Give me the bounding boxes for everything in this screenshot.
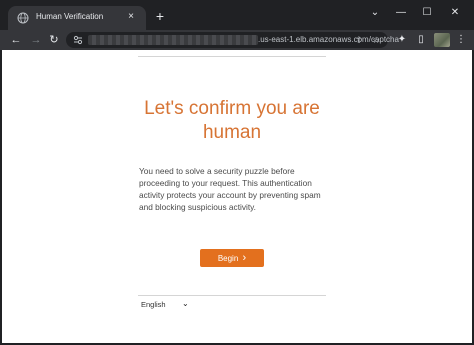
redacted-url-segment	[88, 35, 258, 45]
tab-human-verification[interactable]: Human Verification ×	[8, 6, 146, 30]
browser-window: Human Verification × + ⌄ — ☐ ✕ ← → ↻ .us…	[0, 0, 474, 345]
verification-description: You need to solve a security puzzle befo…	[139, 166, 321, 212]
reload-button[interactable]: ↻	[46, 32, 62, 48]
window-close-button[interactable]: ✕	[441, 4, 469, 22]
chevron-down-icon: ⌄	[182, 299, 189, 308]
top-divider	[138, 56, 326, 57]
close-icon[interactable]: ×	[124, 10, 138, 24]
minimize-button[interactable]: —	[387, 4, 415, 22]
tab-search-chevron-icon[interactable]: ⌄	[361, 4, 389, 22]
share-icon[interactable]: ⇪	[352, 33, 366, 47]
tab-strip: Human Verification × + ⌄ — ☐ ✕	[0, 0, 474, 30]
forward-button[interactable]: →	[28, 32, 44, 48]
browser-toolbar: ← → ↻ .us-east-1.elb.amazonaws.com/captc…	[0, 30, 474, 50]
bottom-divider	[138, 295, 326, 296]
address-bar[interactable]: .us-east-1.elb.amazonaws.com/captcha ⇪ ☆	[66, 32, 399, 48]
site-info-icon[interactable]	[73, 35, 83, 45]
chevron-right-icon: ›	[242, 252, 247, 264]
begin-button[interactable]: Begin ›	[200, 249, 264, 267]
page-content: Let's confirm you are human You need to …	[2, 50, 472, 343]
bookmark-star-icon[interactable]: ☆	[369, 33, 383, 47]
page-title: Let's confirm you are human	[144, 98, 320, 143]
begin-button-label: Begin	[217, 254, 239, 263]
globe-icon	[17, 12, 29, 24]
language-selected-value: English	[141, 300, 166, 309]
extensions-icon[interactable]: ✦	[394, 32, 410, 48]
menu-icon[interactable]: ⋮	[453, 32, 469, 48]
back-button[interactable]: ←	[8, 32, 24, 48]
language-select[interactable]: English ⌄	[141, 299, 193, 311]
side-panel-icon[interactable]: ▯	[413, 32, 429, 48]
profile-avatar[interactable]	[434, 33, 450, 47]
new-tab-button[interactable]: +	[153, 9, 167, 23]
maximize-button[interactable]: ☐	[413, 4, 441, 22]
tab-title: Human Verification	[36, 12, 104, 21]
